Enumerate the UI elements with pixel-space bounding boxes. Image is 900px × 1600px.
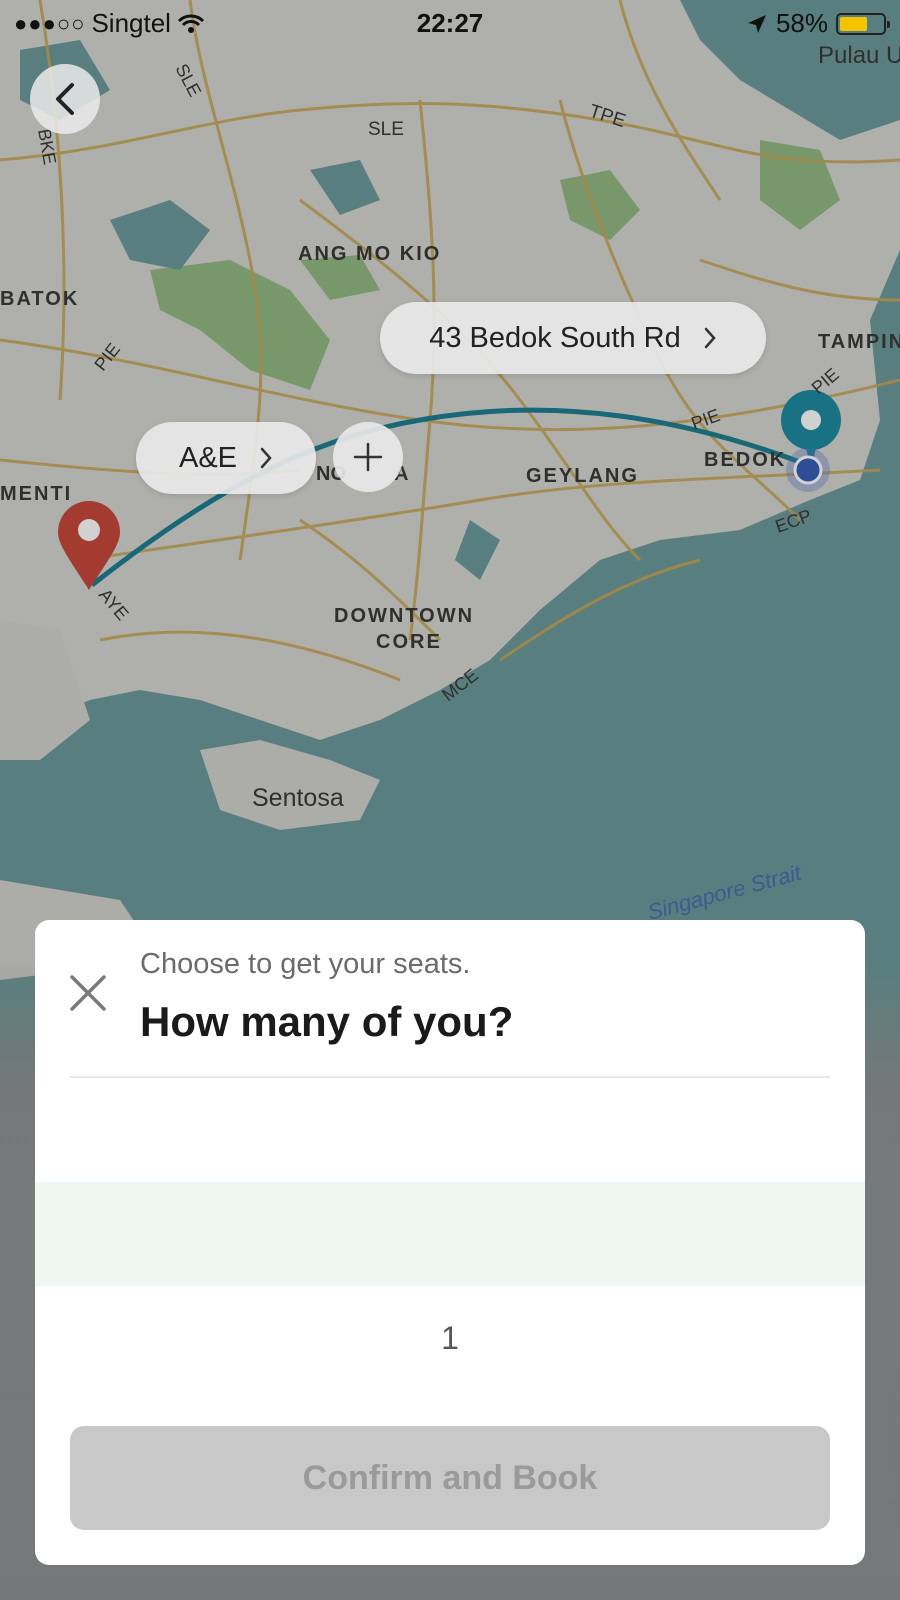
location-arrow-icon [747,14,766,33]
destination-label: 43 Bedok South Rd [429,321,681,354]
map-label: ANG MO KIO [298,243,441,265]
status-bar: ●●●○○ Singtel 22:27 58% [0,0,900,44]
pickup-chip[interactable]: A&E [136,422,316,494]
map-label: TAMPIN [818,331,900,353]
map-label: SLE [368,119,404,140]
confirm-and-book-button[interactable]: Confirm and Book [70,1426,830,1530]
map-label: BATOK [0,288,79,310]
chevron-right-icon [260,447,272,469]
destination-chip[interactable]: 43 Bedok South Rd [380,302,766,374]
pickup-label: A&E [178,441,238,474]
chevron-right-icon [704,327,716,349]
battery-percent: 58% [775,8,828,38]
map-label: MENTI [0,483,72,505]
map-label: CORE [376,631,442,653]
add-stop-button[interactable] [333,422,403,492]
map-label: Sentosa [252,784,344,812]
current-location-icon [786,448,830,492]
plus-icon [353,442,383,472]
divider [70,1076,830,1078]
map-label: BEDOK [704,449,786,471]
chevron-left-icon [56,83,74,115]
seat-picker-sheet: Choose to get your seats. How many of yo… [35,920,865,1565]
close-button[interactable] [65,970,111,1016]
close-icon [70,975,106,1011]
picker-selection-highlight[interactable] [35,1182,865,1286]
back-button[interactable] [30,64,100,134]
sheet-title: How many of you? [140,998,514,1045]
map-label: GEYLANG [526,465,639,487]
seat-count-option[interactable]: 1 [35,1320,865,1357]
sheet-subtitle: Choose to get your seats. [140,948,471,980]
battery-icon [836,12,890,35]
map-label: Pulau U [818,42,900,69]
map-label: DOWNTOWN [334,605,474,627]
